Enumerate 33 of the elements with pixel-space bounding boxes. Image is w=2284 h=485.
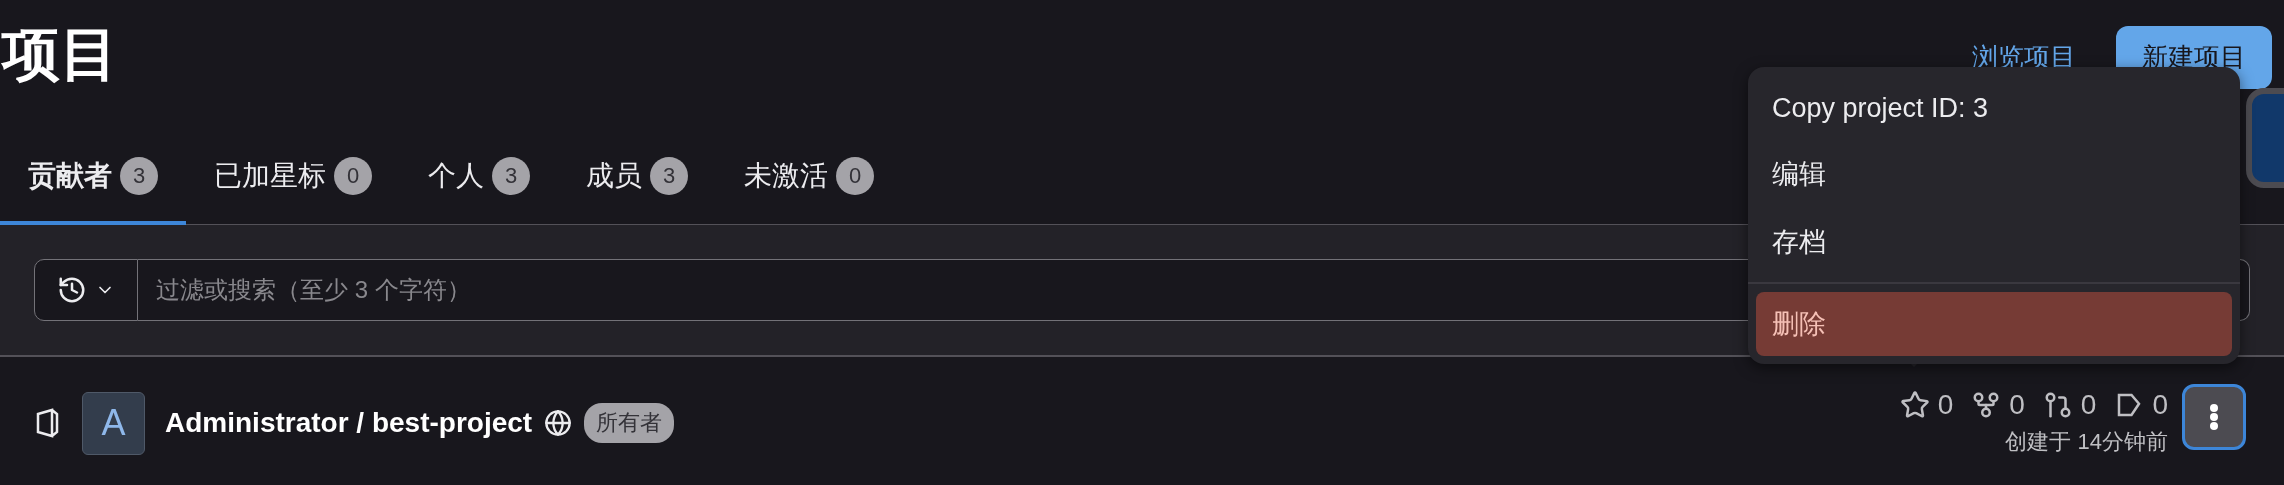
role-badge: 所有者: [584, 403, 675, 443]
globe-icon: [544, 409, 573, 437]
merge-request-icon: [2042, 390, 2073, 420]
star-icon: [1899, 390, 1930, 420]
tab-count: 3: [120, 156, 158, 195]
visibility-icon: [34, 408, 60, 438]
tab-label: 未激活: [744, 158, 828, 193]
tab[interactable]: 未激活 0: [716, 130, 902, 225]
created-time: 创建于 14分钟前: [2005, 428, 2168, 456]
tab[interactable]: 个人 3: [400, 130, 558, 225]
tab-count: 0: [334, 156, 372, 195]
tab-label: 贡献者: [28, 158, 112, 193]
stat-count: 0: [2080, 389, 2097, 421]
tab-label: 已加星标: [214, 158, 326, 193]
menu-item[interactable]: 删除: [1756, 292, 2232, 356]
tab-count: 0: [836, 156, 874, 195]
tab-label: 个人: [428, 158, 484, 193]
tab[interactable]: 成员 3: [558, 130, 716, 225]
vertical-ellipsis-icon: [2210, 404, 2218, 430]
tab-label: 成员: [586, 158, 642, 193]
stat-count: 0: [2009, 389, 2025, 421]
tab-count: 3: [650, 156, 688, 195]
more-actions-button[interactable]: [2182, 384, 2246, 450]
history-dropdown[interactable]: [34, 259, 138, 321]
tab-count: 3: [492, 156, 530, 195]
stat-count: 0: [2152, 389, 2168, 421]
history-icon: [57, 275, 87, 305]
project-name-link[interactable]: Administrator / best-project: [165, 407, 533, 439]
tab[interactable]: 已加星标 0: [186, 130, 400, 225]
page-title: 项目: [2, 20, 118, 88]
menu-item[interactable]: 编辑: [1756, 140, 2232, 208]
project-avatar: A: [82, 391, 145, 455]
stat-count: 0: [1937, 389, 1954, 421]
